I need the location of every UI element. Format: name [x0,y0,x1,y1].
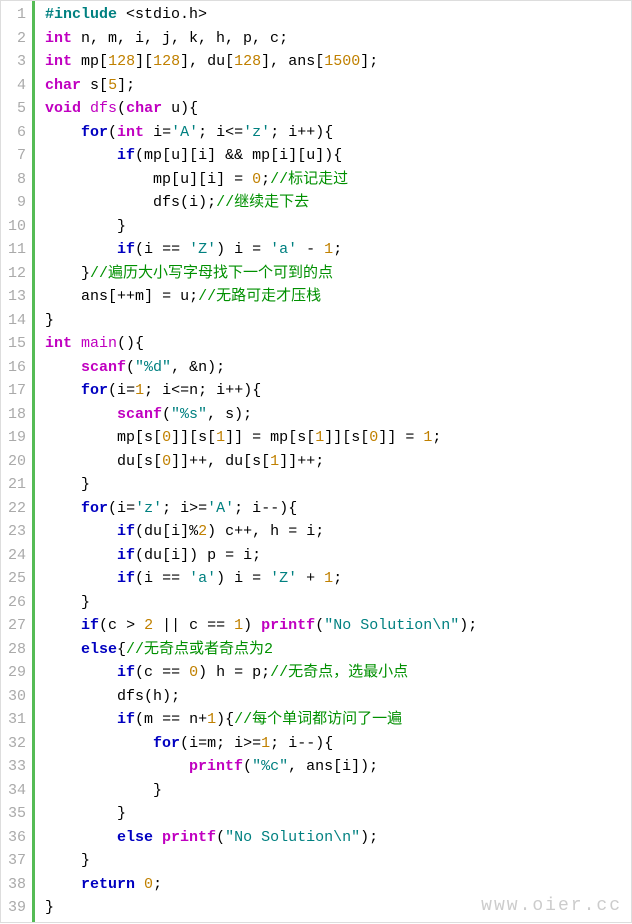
line-number: 33 [3,755,26,779]
code-line: du[s[0]]++, du[s[1]]++; [45,450,477,474]
code-line: char s[5]; [45,74,477,98]
line-number: 29 [3,661,26,685]
code-block: 1234567891011121314151617181920212223242… [0,0,632,923]
line-number-gutter: 1234567891011121314151617181920212223242… [1,1,35,922]
line-number: 8 [3,168,26,192]
code-line: int main(){ [45,332,477,356]
line-number: 21 [3,473,26,497]
code-line: if(du[i]%2) c++, h = i; [45,520,477,544]
code-line: } [45,849,477,873]
code-line: if(mp[u][i] && mp[i][u]){ [45,144,477,168]
line-number: 2 [3,27,26,51]
code-line: } [45,591,477,615]
code-line: } [45,309,477,333]
line-number: 15 [3,332,26,356]
line-number: 22 [3,497,26,521]
line-number: 4 [3,74,26,98]
code-line: mp[s[0]][s[1]] = mp[s[1]][s[0]] = 1; [45,426,477,450]
line-number: 36 [3,826,26,850]
code-line: } [45,215,477,239]
line-number: 11 [3,238,26,262]
code-line: #include <stdio.h> [45,3,477,27]
line-number: 6 [3,121,26,145]
code-line: scanf("%s", s); [45,403,477,427]
code-line: mp[u][i] = 0;//标记走过 [45,168,477,192]
line-number: 7 [3,144,26,168]
line-number: 27 [3,614,26,638]
code-line: dfs(i);//继续走下去 [45,191,477,215]
code-line: if(i == 'Z') i = 'a' - 1; [45,238,477,262]
code-line: }//遍历大小写字母找下一个可到的点 [45,262,477,286]
line-number: 3 [3,50,26,74]
code-line: if(c > 2 || c == 1) printf("No Solution\… [45,614,477,638]
code-line: void dfs(char u){ [45,97,477,121]
line-number: 34 [3,779,26,803]
line-number: 37 [3,849,26,873]
line-number: 5 [3,97,26,121]
code-content: #include <stdio.h>int n, m, i, j, k, h, … [35,1,477,922]
line-number: 17 [3,379,26,403]
line-number: 13 [3,285,26,309]
code-line: else printf("No Solution\n"); [45,826,477,850]
line-number: 26 [3,591,26,615]
code-line: for(i='z'; i>='A'; i--){ [45,497,477,521]
code-line: } [45,802,477,826]
code-line: else{//无奇点或者奇点为2 [45,638,477,662]
line-number: 38 [3,873,26,897]
line-number: 12 [3,262,26,286]
code-line: if(du[i]) p = i; [45,544,477,568]
code-line: dfs(h); [45,685,477,709]
code-line: } [45,473,477,497]
line-number: 20 [3,450,26,474]
line-number: 25 [3,567,26,591]
line-number: 1 [3,3,26,27]
code-line: int n, m, i, j, k, h, p, c; [45,27,477,51]
line-number: 9 [3,191,26,215]
code-line: return 0; [45,873,477,897]
code-line: } [45,779,477,803]
code-line: if(i == 'a') i = 'Z' + 1; [45,567,477,591]
line-number: 28 [3,638,26,662]
code-line: printf("%c", ans[i]); [45,755,477,779]
code-line: scanf("%d", &n); [45,356,477,380]
line-number: 18 [3,403,26,427]
line-number: 19 [3,426,26,450]
line-number: 10 [3,215,26,239]
code-line: if(c == 0) h = p;//无奇点，选最小点 [45,661,477,685]
code-line: } [45,896,477,920]
code-line: if(m == n+1){//每个单词都访问了一遍 [45,708,477,732]
code-line: for(i=m; i>=1; i--){ [45,732,477,756]
line-number: 16 [3,356,26,380]
line-number: 32 [3,732,26,756]
line-number: 39 [3,896,26,920]
line-number: 23 [3,520,26,544]
code-line: for(i=1; i<=n; i++){ [45,379,477,403]
line-number: 24 [3,544,26,568]
code-line: ans[++m] = u;//无路可走才压栈 [45,285,477,309]
line-number: 30 [3,685,26,709]
code-line: int mp[128][128], du[128], ans[1500]; [45,50,477,74]
line-number: 31 [3,708,26,732]
watermark: www.oier.cc [481,895,622,919]
line-number: 35 [3,802,26,826]
line-number: 14 [3,309,26,333]
code-line: for(int i='A'; i<='z'; i++){ [45,121,477,145]
